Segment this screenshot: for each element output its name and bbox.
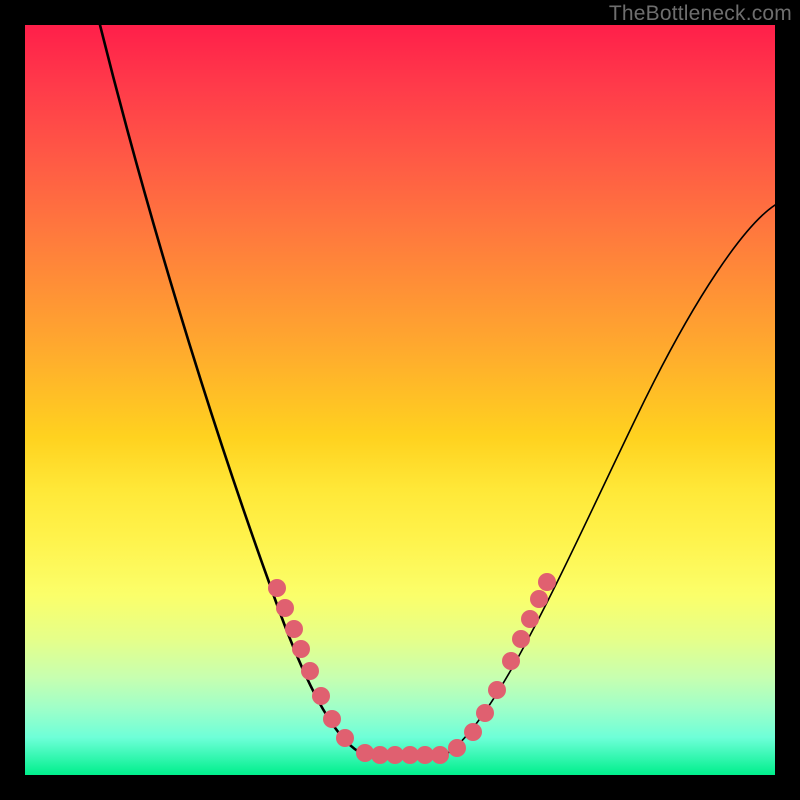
data-marker xyxy=(530,590,548,608)
data-marker xyxy=(323,710,341,728)
data-marker xyxy=(521,610,539,628)
data-marker xyxy=(502,652,520,670)
data-marker xyxy=(268,579,286,597)
watermark-text: TheBottleneck.com xyxy=(609,2,792,26)
plot-area xyxy=(25,25,775,775)
data-marker xyxy=(538,573,556,591)
chart-stage: TheBottleneck.com xyxy=(0,0,800,800)
chart-svg xyxy=(25,25,775,775)
data-marker xyxy=(285,620,303,638)
data-marker xyxy=(488,681,506,699)
data-marker xyxy=(431,746,449,764)
data-marker xyxy=(301,662,319,680)
curve-left xyxy=(100,25,365,755)
data-marker xyxy=(512,630,530,648)
data-marker xyxy=(312,687,330,705)
data-marker xyxy=(448,739,466,757)
curve-right xyxy=(445,205,775,755)
curves-group xyxy=(100,25,775,755)
markers-group xyxy=(268,573,556,764)
data-marker xyxy=(292,640,310,658)
data-marker xyxy=(476,704,494,722)
data-marker xyxy=(464,723,482,741)
data-marker xyxy=(276,599,294,617)
data-marker xyxy=(336,729,354,747)
